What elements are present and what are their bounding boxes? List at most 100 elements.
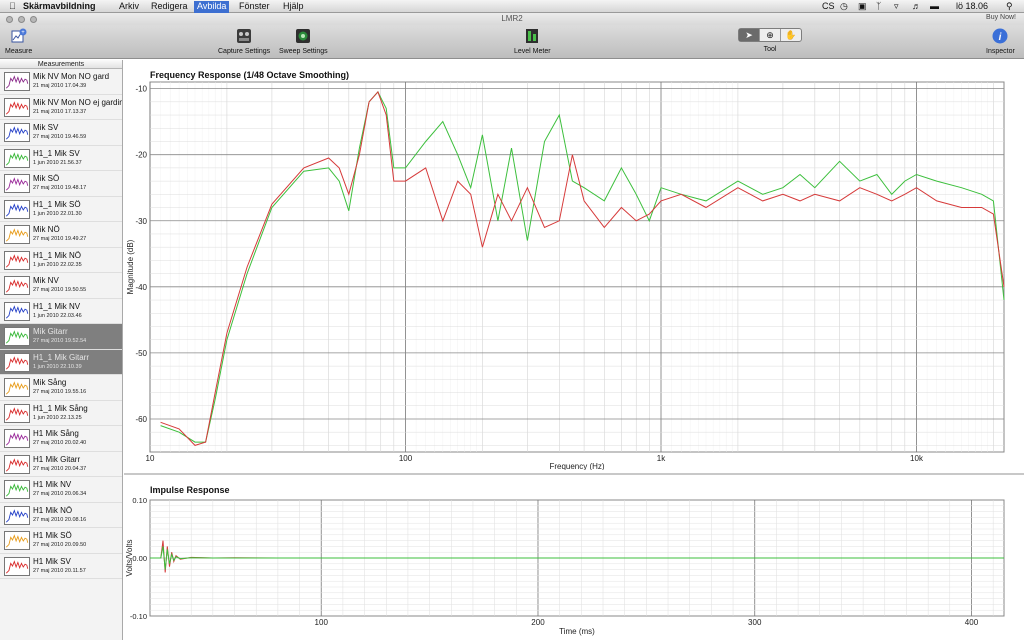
- measurement-item[interactable]: H1_1 Mik Gitarr 1 jun 2010 22.10.39: [0, 349, 122, 375]
- measurement-date: 27 maj 2010 19.48.17: [33, 185, 87, 191]
- measurement-thumbnail-icon: [4, 480, 30, 499]
- measurement-name: H1_1 Mik Gitarr: [33, 352, 90, 362]
- measurement-name: Mik NV: [33, 276, 59, 285]
- measurement-name: Mik SV: [33, 123, 59, 132]
- measurement-item[interactable]: H1 Mik NÖ 27 maj 2010 20.08.16: [0, 503, 122, 528]
- window-title: LMR2: [501, 14, 523, 23]
- sweep-settings-label: Sweep Settings: [279, 48, 328, 55]
- measurement-item[interactable]: H1 Mik NV 27 maj 2010 20.06.34: [0, 477, 122, 503]
- measurement-item[interactable]: Mik NV Mon NO ej gardin 21 maj 2010 17.13…: [0, 95, 122, 120]
- measurement-item[interactable]: H1 Mik SÖ 27 maj 2010 20.09.50: [0, 528, 122, 554]
- measurement-item[interactable]: Mik NV 27 maj 2010 19.50.55: [0, 273, 122, 299]
- measure-button[interactable]: + Measure: [5, 28, 32, 55]
- measurement-item[interactable]: H1_1 Mik Sång 1 jun 2010 22.13.25: [0, 401, 122, 426]
- measurement-date: 27 maj 2010 19.46.59: [33, 134, 87, 140]
- y-tick-label: -60: [135, 415, 147, 424]
- hand-tool-icon[interactable]: ✋: [780, 29, 801, 41]
- measurement-date: 27 maj 2010 19.50.55: [33, 287, 87, 293]
- apple-menu-icon[interactable]: : [6, 1, 19, 13]
- toolbar: + Measure Capture Settings Sweep Setting…: [0, 25, 1024, 59]
- measurement-thumbnail-icon: [4, 429, 30, 448]
- y-tick-label: 0.10: [132, 496, 147, 505]
- pointer-tool-icon[interactable]: ➤: [739, 29, 759, 41]
- menu-avbilda[interactable]: Avbilda: [194, 1, 230, 13]
- capture-settings-button[interactable]: Capture Settings: [218, 28, 270, 55]
- measurement-item[interactable]: H1_1 Mik NV 1 jun 2010 22.03.46: [0, 299, 122, 324]
- x-tick-label: 10: [146, 454, 155, 463]
- measurement-date: 27 maj 2010 20.11.57: [33, 567, 86, 574]
- measure-label: Measure: [5, 48, 33, 55]
- x-axis-label: Time (ms): [559, 627, 595, 636]
- cs-status[interactable]: CS: [822, 1, 835, 13]
- measurement-date: 27 maj 2010 20.08.16: [33, 516, 87, 523]
- measurement-thumbnail-icon: [4, 327, 30, 346]
- zoom-tool-icon[interactable]: ⊕: [759, 29, 780, 41]
- level-meter-button[interactable]: Level Meter: [514, 28, 551, 55]
- x-tick-label: 400: [965, 618, 979, 627]
- svg-text:+: +: [21, 30, 25, 36]
- measurement-item[interactable]: H1 Mik SV 27 maj 2010 20.11.57: [0, 554, 122, 579]
- measurement-item[interactable]: H1_1 Mik SÖ 1 jun 2010 22.01.30: [0, 197, 122, 222]
- menu-fonster[interactable]: Fönster: [236, 1, 273, 13]
- measurement-name: Mik NV Mon NO ej gardin: [33, 97, 122, 107]
- pane-divider[interactable]: [124, 473, 1024, 475]
- y-tick-label: -50: [135, 349, 147, 358]
- measurements-header: Measurements: [0, 60, 122, 69]
- measurement-item[interactable]: Mik Gitarr 27 maj 2010 19.52.54: [0, 324, 122, 350]
- measurement-thumbnail-icon: [4, 123, 30, 142]
- menu-redigera[interactable]: Redigera: [148, 1, 191, 13]
- tool-segmented-control: ➤ ⊕ ✋ Tool: [738, 28, 802, 53]
- window-title-bar: LMR2 Buy Now!: [0, 13, 1024, 25]
- menu-bar:  Skärmavbildning Arkiv Redigera Avbilda…: [0, 0, 1024, 13]
- measurement-thumbnail-icon: [4, 276, 30, 295]
- measurement-item[interactable]: H1_1 Mik NÖ 1 jun 2010 22.02.35: [0, 248, 122, 273]
- impulse-response-chart[interactable]: 0.10 0.00 -0.10 100 200 300 400 Time (ms) Volts/…: [124, 476, 1024, 640]
- measurement-date: 27 maj 2010 20.04.37: [33, 465, 87, 472]
- menu-hjalp[interactable]: Hjälp: [280, 1, 307, 13]
- measurement-item[interactable]: Mik NV Mon NO gard 21 maj 2010 17.04.39: [0, 69, 122, 95]
- x-tick-label: 100: [315, 618, 329, 627]
- buy-now-button[interactable]: Buy Now!: [986, 14, 1016, 21]
- measurement-name: H1 Mik SÖ: [33, 531, 72, 540]
- y-tick-label: -0.10: [130, 612, 147, 621]
- battery-icon[interactable]: ▬: [930, 1, 939, 13]
- measurement-thumbnail-icon: [4, 454, 30, 474]
- measurement-item[interactable]: H1 Mik Sång 27 maj 2010 20.02.40: [0, 426, 122, 452]
- measurement-item[interactable]: Mik Sång 27 maj 2010 19.55.16: [0, 375, 122, 401]
- measurement-item[interactable]: Mik NÖ 27 maj 2010 19.49.27: [0, 222, 122, 248]
- volume-icon[interactable]: ♬: [912, 1, 921, 13]
- measurement-thumbnail-icon: [4, 199, 30, 219]
- x-tick-label: 1k: [657, 454, 666, 463]
- measurement-thumbnail-icon: [4, 352, 30, 372]
- spotlight-icon[interactable]: ⚲: [1006, 1, 1013, 13]
- menu-clock[interactable]: lö 18.06: [956, 1, 988, 13]
- menu-app-name[interactable]: Skärmavbildning: [20, 1, 99, 13]
- time-machine-icon[interactable]: ◷: [840, 1, 848, 13]
- measurement-date: 1 jun 2010 21.56.37: [33, 159, 82, 166]
- measurement-thumbnail-icon: [4, 378, 30, 397]
- display-icon[interactable]: ▣: [858, 1, 867, 13]
- menu-arkiv[interactable]: Arkiv: [116, 1, 142, 13]
- y-tick-label: 0.00: [132, 554, 147, 563]
- measurement-date: 27 maj 2010 19.49.27: [33, 236, 87, 242]
- measurement-item[interactable]: H1 Mik Gitarr 27 maj 2010 20.04.37: [0, 452, 122, 477]
- sweep-settings-button[interactable]: Sweep Settings: [279, 28, 328, 55]
- measurement-name: H1 Mik NV: [33, 480, 72, 489]
- measurement-name: Mik Gitarr: [33, 327, 68, 336]
- measurement-item[interactable]: Mik SÖ 27 maj 2010 19.48.17: [0, 171, 122, 197]
- bluetooth-icon[interactable]: ᛉ: [876, 1, 881, 13]
- measurement-thumbnail-icon: [4, 97, 30, 117]
- y-tick-label: -40: [135, 283, 147, 292]
- measurement-name: Mik SÖ: [33, 174, 60, 183]
- capture-settings-label: Capture Settings: [218, 48, 271, 55]
- measurement-item[interactable]: H1_1 Mik SV 1 jun 2010 21.56.37: [0, 146, 122, 171]
- measurement-name: H1_1 Mik SÖ: [33, 199, 81, 209]
- measurement-thumbnail-icon: [4, 148, 30, 168]
- inspector-button[interactable]: i Inspector: [986, 28, 1015, 55]
- wifi-icon[interactable]: ▿: [894, 1, 899, 13]
- measurement-item[interactable]: Mik SV 27 maj 2010 19.46.59: [0, 120, 122, 146]
- measurement-date: 1 jun 2010 22.13.25: [33, 414, 82, 421]
- frequency-response-chart[interactable]: -10 -20 -30 -40 -50 -60 10 100 1k 10k Frequency (H…: [124, 60, 1024, 470]
- measurement-date: 21 maj 2010 17.04.39: [33, 83, 87, 89]
- measurement-date: 1 jun 2010 22.10.39: [33, 363, 82, 370]
